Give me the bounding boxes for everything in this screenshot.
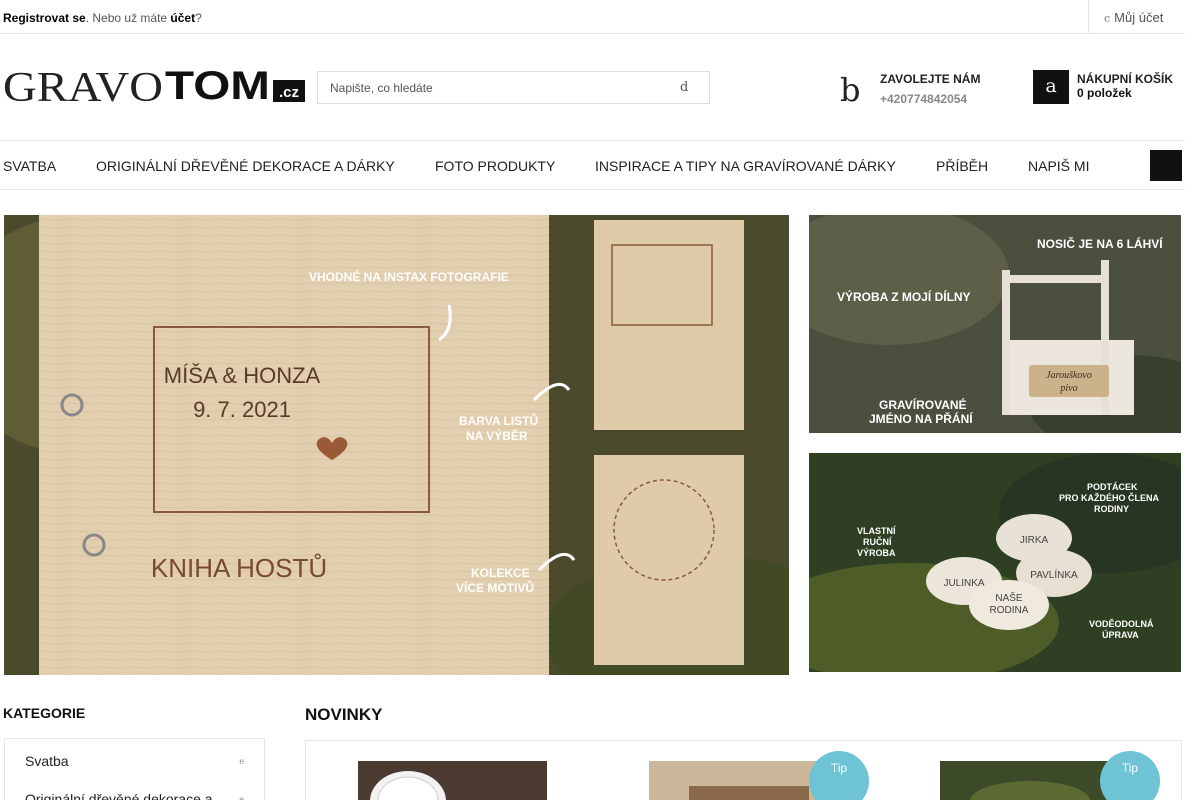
registration-prompt: Registrovat se. Nebo už máte účet?	[3, 11, 202, 25]
banner2-caption-vyroba: VÝROBA	[857, 547, 896, 558]
product-card[interactable]	[358, 761, 547, 800]
slide-caption-kolekce: KOLEKCE	[471, 566, 530, 580]
banner2-caption-rodiny: RODINY	[1094, 504, 1129, 514]
menu-icon[interactable]	[1150, 150, 1182, 181]
new-products-title: NOVINKY	[305, 705, 383, 724]
banner2-caption-uprava: ÚPRAVA	[1102, 629, 1139, 640]
banner-coasters[interactable]: JIRKA JULINKA PAVLÍNKA NAŠE RODINA PODTÁ…	[809, 453, 1181, 672]
logo-text-domain: .cz	[279, 84, 299, 101]
banner2-caption-clena: PRO KAŽDÉHO ČLENA	[1059, 492, 1160, 503]
product-image	[358, 761, 547, 800]
search-input[interactable]: Napište, co hledáte	[330, 81, 433, 95]
banner1-caption-vyroba: VÝROBA Z MOJÍ DÍLNY	[837, 289, 971, 304]
hero-slide-image: MÍŠA & HONZA 9. 7. 2021 KNIHA HOSTŮ VHOD…	[4, 215, 789, 675]
registration-prompt-end: ?	[195, 11, 202, 25]
registration-prompt-text: . Nebo už máte	[85, 11, 171, 25]
banner2-caption-podtacek: PODTÁCEK	[1087, 482, 1138, 492]
main-navigation: SVATBA ORIGINÁLNÍ DŘEVĚNÉ DEKORACE A DÁR…	[0, 140, 1185, 190]
tip-badge: Tip	[1100, 751, 1160, 800]
banner1-caption-gravirovane: GRAVÍROVANÉ	[879, 397, 967, 412]
banner2-caption-vlastni: VLASTNÍ	[857, 526, 896, 536]
chevron-down-icon[interactable]: e	[239, 757, 244, 766]
cart-title[interactable]: NÁKUPNÍ KOŠÍK	[1077, 72, 1173, 86]
chevron-down-icon[interactable]: e	[239, 795, 244, 800]
book-names: MÍŠA & HONZA	[164, 363, 321, 388]
site-logo[interactable]: GRAVO TOM .cz	[3, 66, 305, 104]
user-icon: c	[1104, 12, 1111, 25]
coaster-nase: NAŠE	[995, 591, 1023, 604]
cart-icon[interactable]: a	[1033, 70, 1069, 104]
categories-title: KATEGORIE	[3, 705, 86, 721]
contact-title: ZAVOLEJTE NÁM	[880, 72, 981, 86]
category-item-svatba[interactable]: Svatba	[25, 753, 69, 769]
login-link[interactable]: účet	[170, 11, 195, 25]
hero-slider[interactable]: MÍŠA & HONZA 9. 7. 2021 KNIHA HOSTŮ VHOD…	[4, 215, 789, 675]
banner1-caption-jmeno: JMÉNO NA PŘÁNÍ	[869, 411, 973, 426]
nav-item-napis-mi[interactable]: NAPIŠ MI	[1028, 158, 1089, 174]
slide-caption-instax: VHODNÉ NA INSTAX FOTOGRAFIE	[309, 269, 509, 284]
my-account-label: Můj účet	[1114, 10, 1164, 25]
categories-list: Svatba e Originální dřevěné dekorace a e	[4, 738, 265, 800]
logo-text-gravo: GRAVO	[3, 66, 163, 104]
my-account-button[interactable]: c Můj účet	[1088, 0, 1185, 34]
search-box: Napište, co hledáte d	[317, 71, 710, 104]
slide-caption-motivu: VÍCE MOTIVŮ	[456, 579, 534, 595]
register-link[interactable]: Registrovat se	[3, 11, 86, 25]
new-products-carousel: Tip Tip	[305, 740, 1182, 800]
coaster-rodina: RODINA	[990, 605, 1029, 616]
contact-phone[interactable]: +420774842054	[880, 92, 967, 106]
banner2-caption-rucni: RUČNÍ	[863, 536, 892, 547]
nav-item-dekorace[interactable]: ORIGINÁLNÍ DŘEVĚNÉ DEKORACE A DÁRKY	[96, 158, 395, 174]
search-icon[interactable]: d	[680, 80, 688, 95]
top-bar: Registrovat se. Nebo už máte účet? c Můj …	[0, 0, 1185, 34]
slide-caption-vyber: NA VÝBĚR	[466, 428, 528, 443]
banner-bottle-carrier[interactable]: Jarouškovo pivo NOSIČ JE NA 6 LÁHVÍ VÝRO…	[809, 215, 1181, 433]
cart-count[interactable]: 0 položek	[1077, 86, 1132, 100]
book-title: KNIHA HOSTŮ	[151, 552, 327, 583]
coaster-jirka: JIRKA	[1020, 535, 1049, 546]
banner1-caption-nosic: NOSIČ JE NA 6 LÁHVÍ	[1037, 236, 1163, 251]
nav-item-inspirace[interactable]: INSPIRACE A TIPY NA GRAVÍROVANÉ DÁRKY	[595, 158, 896, 174]
slide-caption-barva: BARVA LISTŮ	[459, 412, 538, 428]
coaster-julinka: JULINKA	[943, 578, 984, 589]
category-item-dekorace[interactable]: Originální dřevěné dekorace a	[25, 791, 213, 800]
coaster-pavlinka: PAVLÍNKA	[1030, 568, 1078, 581]
banner-image: JIRKA JULINKA PAVLÍNKA NAŠE RODINA PODTÁ…	[809, 453, 1181, 672]
nav-item-svatba[interactable]: SVATBA	[3, 158, 56, 174]
plaque-line2: pivo	[1059, 383, 1077, 394]
banner2-caption-vodeodolna: VODĚODOLNÁ	[1089, 618, 1154, 629]
plaque-line1: Jarouškovo	[1046, 370, 1092, 381]
nav-item-pribeh[interactable]: PŘÍBĚH	[936, 158, 988, 174]
nav-item-foto-produkty[interactable]: FOTO PRODUKTY	[435, 158, 555, 174]
tip-badge: Tip	[809, 751, 869, 800]
phone-icon: b	[840, 71, 861, 109]
book-date: 9. 7. 2021	[193, 397, 291, 422]
logo-text-tom: TOM	[165, 66, 270, 104]
banner-image: Jarouškovo pivo NOSIČ JE NA 6 LÁHVÍ VÝRO…	[809, 215, 1181, 433]
